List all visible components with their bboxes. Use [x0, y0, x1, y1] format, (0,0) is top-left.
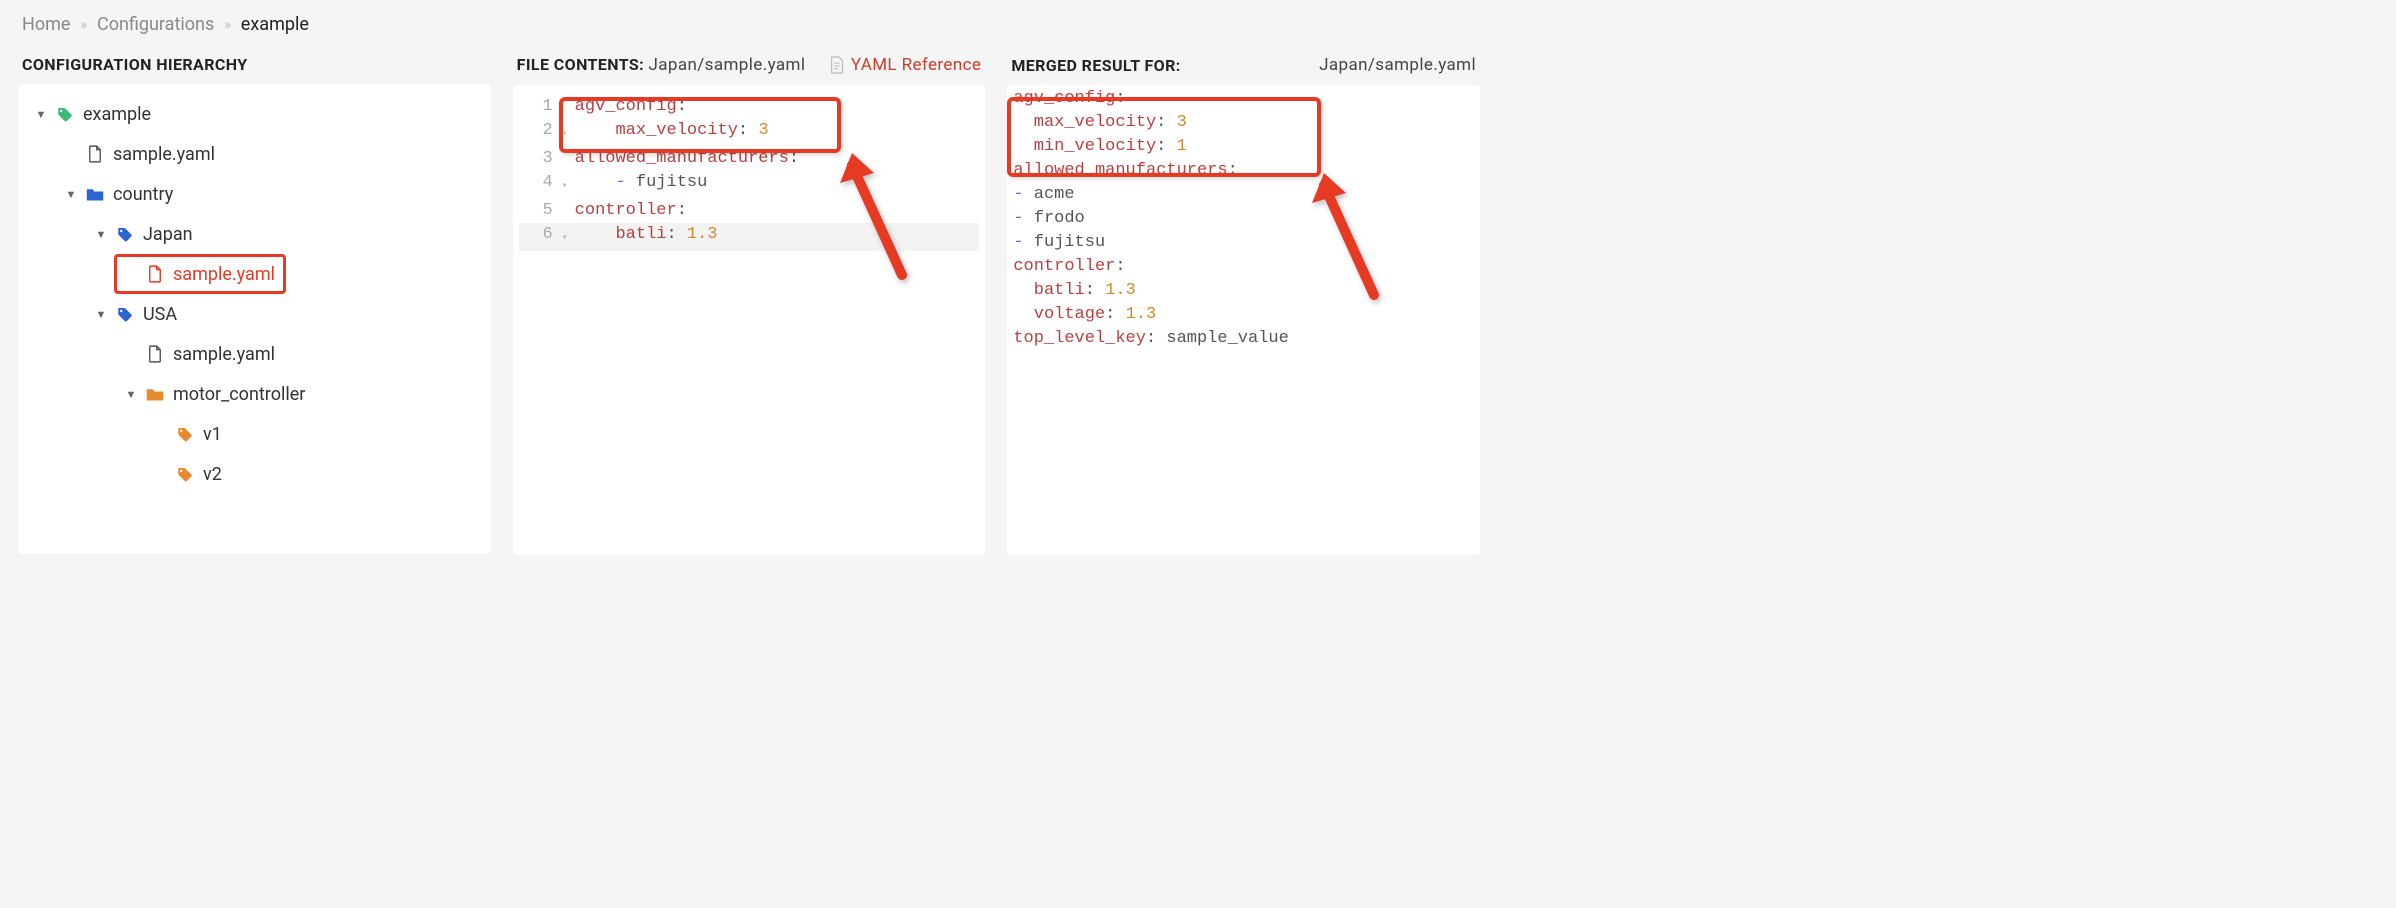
merged-result-header: MERGED RESULT FOR: Japan/sample.yaml: [1007, 45, 1480, 85]
tree-item-label: v1: [203, 424, 222, 445]
code-line[interactable]: 2▾ max_velocity: 3: [519, 119, 980, 147]
document-icon: [829, 56, 845, 74]
merged-code-line: - fujitsu: [1013, 231, 1474, 255]
merged-code-line: batli: 1.3: [1013, 279, 1474, 303]
merged-code-line: voltage: 1.3: [1013, 303, 1474, 327]
caret-icon[interactable]: ▼: [95, 228, 107, 241]
tree-item-label: country: [113, 184, 173, 205]
folder-icon: [145, 387, 165, 402]
fold-marker[interactable]: ▾: [559, 223, 571, 251]
code-text: controller:: [571, 199, 980, 223]
fold-marker: [559, 95, 571, 99]
caret-icon[interactable]: ▼: [65, 188, 77, 201]
breadcrumb: Home » Configurations » example: [0, 0, 1498, 45]
merged-code-line: controller:: [1013, 255, 1474, 279]
tag-icon: [115, 225, 135, 243]
tree-item-label: sample.yaml: [173, 264, 275, 285]
hierarchy-column: CONFIGURATION HIERARCHY ▼ example sample.y…: [18, 45, 491, 555]
file-icon: [145, 265, 165, 283]
merged-code-line: agv_config:: [1013, 87, 1474, 111]
hierarchy-title: CONFIGURATION HIERARCHY: [18, 45, 491, 84]
tree-file[interactable]: sample.yaml: [114, 334, 286, 374]
breadcrumb-home[interactable]: Home: [22, 14, 70, 35]
caret-icon[interactable]: ▼: [35, 108, 47, 121]
tree-item-label: sample.yaml: [173, 344, 275, 365]
hierarchy-tree: ▼ example sample.yaml ▼ country ▼ Japan sample.…: [18, 84, 491, 554]
code-line[interactable]: 4▾ - fujitsu: [519, 171, 980, 199]
line-number: 1: [519, 95, 559, 119]
fold-marker: [559, 199, 571, 203]
code-line[interactable]: 6▾ batli: 1.3: [519, 223, 980, 251]
merged-code-line: min_velocity: 1: [1013, 135, 1474, 159]
file-icon: [145, 345, 165, 363]
tag-icon: [175, 425, 195, 443]
tag-icon: [55, 105, 75, 123]
tree-tag[interactable]: ▼ Japan: [84, 214, 204, 254]
tree-tag[interactable]: ▼ example: [24, 94, 162, 134]
merged-code-line: max_velocity: 3: [1013, 111, 1474, 135]
code-text: max_velocity: 3: [571, 119, 980, 143]
merged-result-path: Japan/sample.yaml: [1319, 55, 1476, 75]
code-line[interactable]: 5 controller:: [519, 199, 980, 223]
breadcrumb-sep: »: [80, 17, 87, 33]
tree-tag[interactable]: v2: [144, 454, 233, 494]
tree-file[interactable]: sample.yaml: [54, 134, 226, 174]
breadcrumb-configurations[interactable]: Configurations: [97, 14, 214, 35]
tree-folder[interactable]: ▼ motor_controller: [114, 374, 316, 414]
caret-icon[interactable]: ▼: [95, 308, 107, 321]
file-contents-title: FILE CONTENTS:: [517, 55, 644, 74]
merged-code-line: - frodo: [1013, 207, 1474, 231]
breadcrumb-current: example: [241, 14, 309, 35]
fold-marker: [559, 147, 571, 151]
code-line[interactable]: 3 allowed_manufacturers:: [519, 147, 980, 171]
file-icon: [85, 145, 105, 163]
tree-file[interactable]: sample.yaml: [114, 254, 286, 294]
code-text: - fujitsu: [571, 171, 980, 195]
file-contents-header: FILE CONTENTS: Japan/sample.yaml YAML Re…: [513, 45, 986, 85]
tag-icon: [115, 305, 135, 323]
line-number: 4: [519, 171, 559, 195]
tree-item-label: v2: [203, 464, 222, 485]
tree-item-label: sample.yaml: [113, 144, 215, 165]
page-root: Home » Configurations » example CONFIGUR…: [0, 0, 1498, 608]
merged-code-line: - acme: [1013, 183, 1474, 207]
line-number: 2: [519, 119, 559, 143]
merged-result-column: MERGED RESULT FOR: Japan/sample.yaml agv…: [1007, 45, 1480, 555]
code-text: allowed_manufacturers:: [571, 147, 980, 171]
caret-icon[interactable]: ▼: [125, 388, 137, 401]
merged-code-line: allowed_manufacturers:: [1013, 159, 1474, 183]
code-text: agv_config:: [571, 95, 980, 119]
fold-marker[interactable]: ▾: [559, 171, 571, 199]
merged-result-title: MERGED RESULT FOR:: [1011, 56, 1180, 75]
merged-code: agv_config: max_velocity: 3 min_velocity…: [1009, 87, 1474, 351]
tree-folder[interactable]: ▼ country: [54, 174, 184, 214]
code-line[interactable]: 1 agv_config:: [519, 95, 980, 119]
folder-icon: [85, 187, 105, 202]
fold-marker[interactable]: ▾: [559, 119, 571, 147]
merged-result-panel: agv_config: max_velocity: 3 min_velocity…: [1007, 85, 1480, 555]
merged-code-line: top_level_key: sample_value: [1013, 327, 1474, 351]
tree-item-label: example: [83, 104, 151, 125]
line-number: 3: [519, 147, 559, 171]
file-contents-path: Japan/sample.yaml: [648, 55, 805, 75]
breadcrumb-sep: »: [224, 17, 231, 33]
code-editor[interactable]: 1agv_config:2▾ max_velocity: 33allowed_m…: [519, 95, 980, 251]
tree-tag[interactable]: ▼ USA: [84, 294, 188, 334]
tree-item-label: Japan: [143, 224, 193, 245]
yaml-reference-link[interactable]: YAML Reference: [829, 55, 981, 75]
tree-item-label: motor_controller: [173, 384, 305, 405]
tag-icon: [175, 465, 195, 483]
line-number: 6: [519, 223, 559, 247]
file-contents-column: FILE CONTENTS: Japan/sample.yaml YAML Re…: [513, 45, 986, 555]
tree-tag[interactable]: v1: [144, 414, 233, 454]
tree-item-label: USA: [143, 304, 177, 325]
file-contents-panel: 1agv_config:2▾ max_velocity: 33allowed_m…: [513, 85, 986, 555]
code-text: batli: 1.3: [571, 223, 980, 247]
line-number: 5: [519, 199, 559, 223]
